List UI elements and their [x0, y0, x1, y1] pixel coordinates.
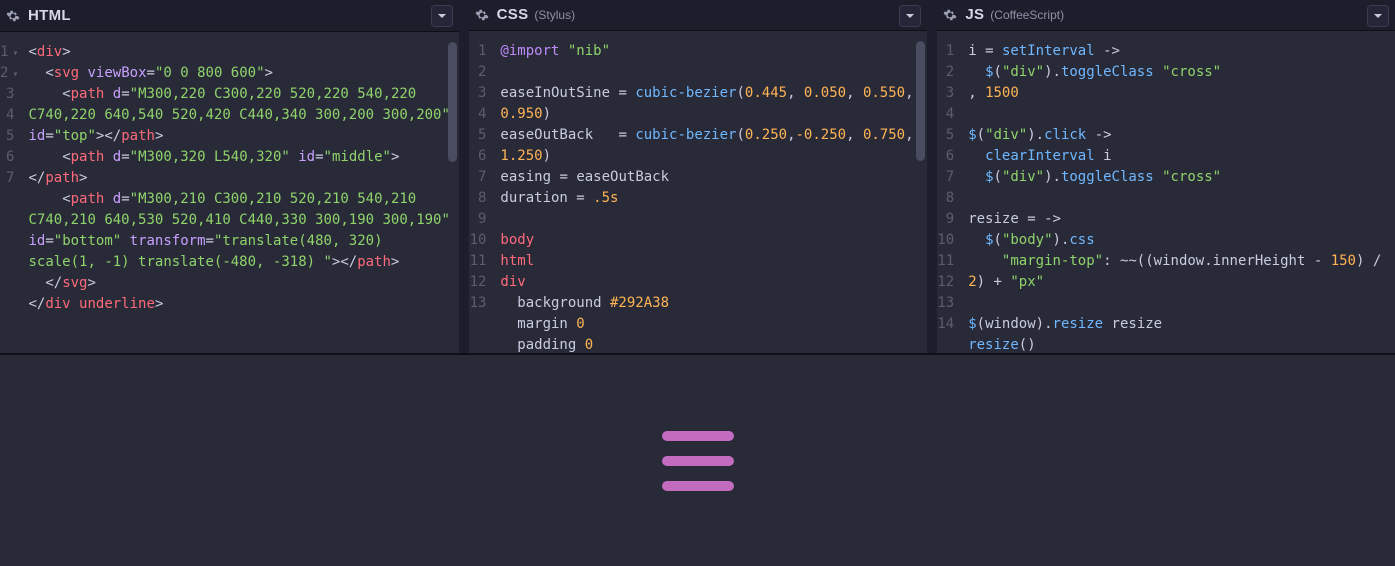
gutter-css: 12345678910111213 [469, 31, 493, 353]
hamburger-bar-middle [662, 456, 734, 466]
gear-icon[interactable] [6, 9, 20, 23]
panel-js: JS (CoffeeScript) 1234567891011121314 i … [937, 0, 1395, 353]
panel-css-sub: (Stylus) [534, 8, 575, 22]
editor-html[interactable]: 1234567 <div> <svg viewBox="0 0 800 600"… [0, 32, 459, 353]
editor-row: HTML 1234567 <div> <svg viewBox="0 0 800… [0, 0, 1395, 353]
preview-pane [0, 353, 1395, 566]
panel-js-sub: (CoffeeScript) [990, 8, 1064, 22]
panel-css-header: CSS (Stylus) [469, 0, 928, 31]
hamburger-bar-bottom [662, 481, 734, 491]
gear-icon[interactable] [475, 8, 489, 22]
chevron-down-icon[interactable] [899, 5, 921, 27]
editor-js[interactable]: 1234567891011121314 i = setInterval -> $… [937, 31, 1395, 353]
panel-html-title: HTML [28, 7, 71, 24]
panel-html-header: HTML [0, 0, 459, 32]
panel-js-title: JS [965, 6, 984, 23]
hamburger-bar-top [662, 431, 734, 441]
hamburger-icon[interactable] [662, 431, 734, 491]
gear-icon[interactable] [943, 8, 957, 22]
panel-css-title: CSS [497, 6, 529, 23]
code-css[interactable]: @import "nib"easeInOutSine = cubic-bezie… [492, 31, 927, 353]
code-js[interactable]: i = setInterval -> $("div").toggleClass … [960, 31, 1395, 353]
panel-html: HTML 1234567 <div> <svg viewBox="0 0 800… [0, 0, 459, 353]
chevron-down-icon[interactable] [1367, 5, 1389, 27]
gutter-js: 1234567891011121314 [937, 31, 960, 353]
scrollbar-vertical[interactable] [448, 42, 457, 162]
panel-css: CSS (Stylus) 12345678910111213 @import "… [469, 0, 928, 353]
chevron-down-icon[interactable] [431, 5, 453, 27]
gutter-html: 1234567 [0, 32, 20, 353]
code-html[interactable]: <div> <svg viewBox="0 0 800 600"> <path … [20, 32, 458, 353]
scrollbar-vertical[interactable] [916, 41, 925, 161]
panel-js-header: JS (CoffeeScript) [937, 0, 1395, 31]
editor-css[interactable]: 12345678910111213 @import "nib"easeInOut… [469, 31, 928, 353]
